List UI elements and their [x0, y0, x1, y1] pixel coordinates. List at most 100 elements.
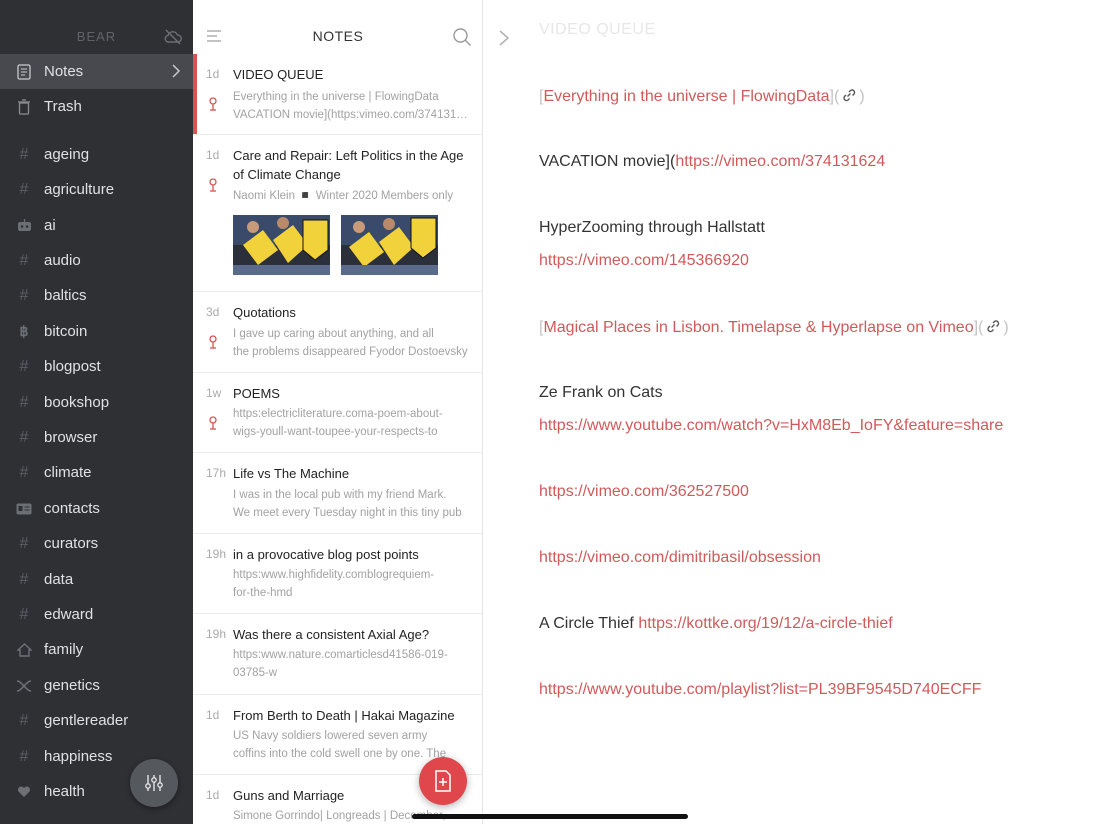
editor-link[interactable]: https://vimeo.com/362527500: [539, 483, 749, 501]
tag-label: agriculture: [44, 181, 115, 198]
editor-link[interactable]: https://vimeo.com/374131624: [675, 153, 885, 170]
sidebar-item-trash[interactable]: Trash: [0, 89, 193, 124]
pin-icon: [209, 416, 217, 430]
hash-icon: #: [19, 747, 29, 765]
tag-label: baltics: [44, 287, 87, 304]
preview-line: I gave up caring about anything, and all: [233, 328, 434, 340]
note-title: Was there a consistent Axial Age?: [233, 627, 430, 642]
id-card-icon: [0, 503, 44, 515]
note-icon: [0, 63, 44, 80]
sidebar-tag-blogpost[interactable]: # blogpost: [0, 349, 193, 384]
hash-icon: #: [19, 393, 29, 411]
hash-icon: #: [19, 180, 29, 198]
editor[interactable]: VIDEO QUEUE [Everything in the universe …: [483, 0, 1100, 824]
sidebar-tag-bitcoin[interactable]: ฿ bitcoin: [0, 314, 193, 349]
sidebar-tag-edward[interactable]: # edward: [0, 597, 193, 632]
link-icon[interactable]: [841, 87, 857, 103]
hash-icon: #: [19, 534, 29, 552]
note-age: 17h: [206, 466, 227, 480]
tag-label: ai: [44, 217, 56, 234]
tag-label: genetics: [44, 677, 100, 694]
note-item[interactable]: 19h Was there a consistent Axial Age? ht…: [193, 614, 482, 695]
pin-icon: [209, 97, 217, 111]
note-age: 19h: [206, 627, 227, 641]
tag-label: health: [44, 783, 85, 800]
note-preview: https:www.highfidelity.comblogrequiem- f…: [233, 566, 471, 602]
new-note-button[interactable]: [419, 757, 467, 805]
editor-link[interactable]: https://www.youtube.com/playlist?list=PL…: [539, 681, 981, 699]
editor-link[interactable]: Magical Places in Lisbon. Timelapse & Hy…: [543, 319, 973, 336]
sidebar-tag-browser[interactable]: # browser: [0, 420, 193, 455]
note-title: POEMS: [233, 386, 280, 401]
editor-link[interactable]: Everything in the universe | FlowingData: [543, 88, 829, 105]
note-preview: Naomi Klein ◾ Winter 2020 Members only: [233, 187, 471, 205]
note-age: 1d: [206, 708, 220, 722]
note-item[interactable]: 19h in a provocative blog post points ht…: [193, 534, 482, 614]
tag-label: happiness: [44, 748, 113, 765]
note-title: VIDEO QUEUE: [233, 67, 324, 82]
sidebar-tag-genetics[interactable]: genetics: [0, 668, 193, 703]
tag-label: gentlereader: [44, 712, 129, 729]
home-indicator[interactable]: [412, 814, 688, 819]
chevron-right-icon[interactable]: [498, 29, 510, 47]
note-item[interactable]: 1d Care and Repair: Left Politics in the…: [193, 135, 482, 292]
link-icon[interactable]: [985, 318, 1001, 334]
sidebar-tag-ai[interactable]: ai: [0, 208, 193, 243]
note-item[interactable]: 1d VIDEO QUEUE Everything in the univers…: [193, 54, 482, 135]
note-preview: https:www.nature.comarticlesd41586-019- …: [233, 646, 471, 682]
tag-label: browser: [44, 429, 98, 446]
editor-link[interactable]: https://vimeo.com/dimitribasil/obsession: [539, 549, 821, 567]
hash-icon: #: [19, 286, 29, 304]
sidebar-tag-climate[interactable]: # climate: [0, 455, 193, 490]
sidebar-tag-agriculture[interactable]: # agriculture: [0, 172, 193, 207]
hash-icon: #: [19, 357, 29, 375]
hash-icon: #: [19, 711, 29, 729]
sidebar-tag-data[interactable]: # data: [0, 562, 193, 597]
tag-label: climate: [44, 464, 92, 481]
editor-link[interactable]: https://www.youtube.com/watch?v=HxM8Eb_I…: [539, 417, 1003, 435]
preview-line: VACATION movie](https:vimeo.com/37413162…: [233, 109, 471, 121]
sidebar-header: BEAR: [0, 0, 193, 54]
preview-line: for-the-hmd: [233, 587, 293, 599]
note-title: in a provocative blog post points: [233, 547, 419, 562]
new-note-icon: [435, 770, 451, 792]
note-preview: https:electricliterature.coma-poem-about…: [233, 405, 471, 441]
sync-off-icon[interactable]: [163, 28, 183, 46]
note-age: 1d: [206, 148, 220, 162]
note-item[interactable]: 3d Quotations I gave up caring about any…: [193, 292, 482, 373]
sidebar-tag-family[interactable]: family: [0, 632, 193, 667]
sidebar-tag-contacts[interactable]: contacts: [0, 491, 193, 526]
preview-line: Everything in the universe | FlowingData: [233, 91, 439, 103]
sidebar-tag-baltics[interactable]: # baltics: [0, 278, 193, 313]
tag-label: family: [44, 641, 84, 658]
notes-list: NOTES 1d VIDEO QUEUE Everything in the u…: [193, 0, 483, 824]
filter-settings-button[interactable]: [130, 759, 178, 807]
note-preview: Everything in the universe | FlowingData…: [233, 88, 471, 124]
note-title: Life vs The Machine: [233, 466, 350, 481]
sidebar-tag-curators[interactable]: # curators: [0, 526, 193, 561]
note-item[interactable]: 1w POEMS https:electricliterature.coma-p…: [193, 373, 482, 453]
preview-line: US Navy soldiers lowered seven army: [233, 730, 428, 742]
sidebar-tag-audio[interactable]: # audio: [0, 243, 193, 278]
sidebar-tag-gentlereader[interactable]: # gentlereader: [0, 703, 193, 738]
preview-line: Naomi Klein ◾ Winter 2020 Members only: [233, 190, 454, 202]
hash-icon: #: [19, 428, 29, 446]
bracket: ): [1003, 319, 1009, 336]
sidebar-item-notes[interactable]: Notes: [0, 54, 193, 89]
editor-link[interactable]: https://kottke.org/19/12/a-circle-thief: [638, 615, 892, 632]
note-preview: I was in the local pub with my friend Ma…: [233, 486, 471, 522]
heart-icon: [0, 785, 44, 798]
note-age: 1d: [206, 67, 220, 81]
editor-link[interactable]: https://vimeo.com/145366920: [539, 252, 749, 270]
sidebar-tag-bookshop[interactable]: # bookshop: [0, 385, 193, 420]
search-icon[interactable]: [452, 27, 472, 47]
note-thumbnail: [233, 215, 330, 275]
tag-label: bitcoin: [44, 323, 88, 340]
tag-label: ageing: [44, 146, 90, 163]
preview-line: https:electricliterature.coma-poem-about…: [233, 408, 443, 420]
note-item[interactable]: 17h Life vs The Machine I was in the loc…: [193, 453, 482, 534]
note-title: Quotations: [233, 305, 296, 320]
preview-line: We meet every Tuesday night in this tiny…: [233, 507, 462, 519]
sidebar-tag-ageing[interactable]: # ageing: [0, 137, 193, 172]
chevron-right-icon: [172, 64, 181, 78]
